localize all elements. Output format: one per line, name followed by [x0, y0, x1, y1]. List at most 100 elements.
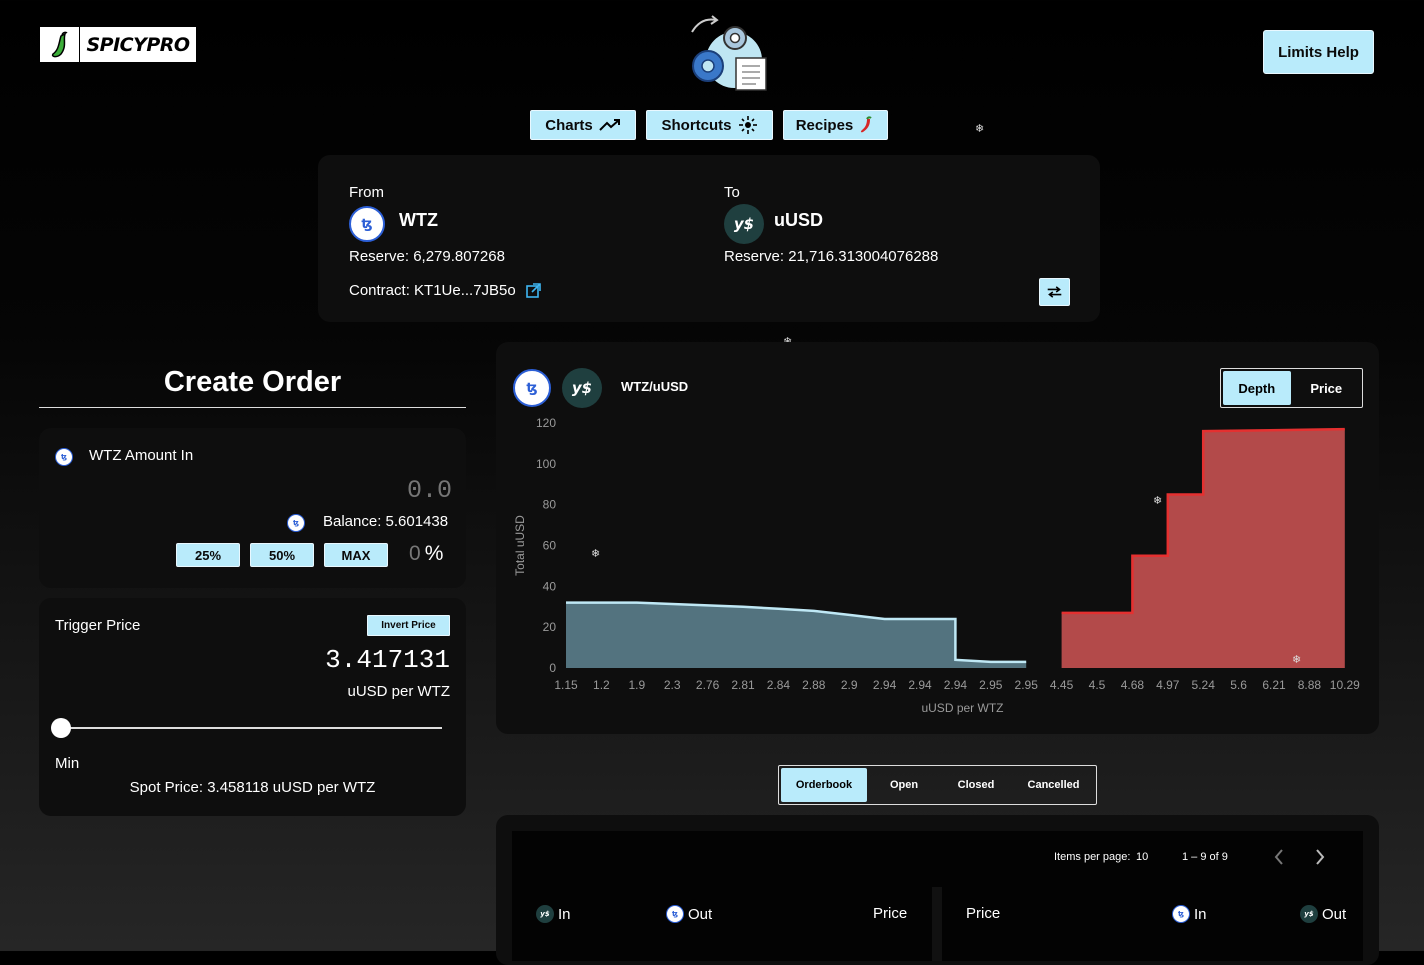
- orders-tabs: Orderbook Open Closed Cancelled: [778, 765, 1097, 805]
- items-per-page-select[interactable]: 10: [1136, 851, 1148, 863]
- col-out-header[interactable]: ꜩ Out: [666, 905, 712, 923]
- uusd-token-icon: y$: [1300, 905, 1318, 923]
- amount-in-label: WTZ Amount In: [89, 447, 194, 464]
- amount-in-input[interactable]: [239, 473, 454, 507]
- chart-mode-toggle: Depth Price: [1220, 368, 1363, 408]
- uusd-token-icon: y$: [562, 368, 602, 408]
- tab-cancelled[interactable]: Cancelled: [1013, 768, 1094, 802]
- charts-label: Charts: [545, 116, 593, 134]
- x-tick-label: 2.95: [979, 678, 1003, 692]
- tab-closed[interactable]: Closed: [941, 768, 1011, 802]
- to-reserve: Reserve: 21,716.313004076288: [724, 248, 939, 265]
- swap-direction-button[interactable]: [1039, 278, 1070, 306]
- col-price-header[interactable]: Price: [873, 905, 907, 922]
- max-label: MAX: [341, 547, 371, 563]
- x-tick-label: 5.6: [1230, 678, 1247, 692]
- y-tick-label: 0: [549, 661, 556, 675]
- y-tick-label: 80: [543, 498, 557, 512]
- x-tick-label: 2.81: [731, 678, 755, 692]
- charts-button[interactable]: Charts: [530, 110, 636, 140]
- x-tick-label: 2.88: [802, 678, 826, 692]
- y-tick-label: 20: [543, 620, 557, 634]
- tab-open[interactable]: Open: [869, 768, 939, 802]
- shortcuts-label: Shortcuts: [661, 116, 732, 134]
- tezos-token-icon: ꜩ: [55, 448, 73, 466]
- limits-help-button[interactable]: Limits Help: [1263, 30, 1374, 74]
- uusd-token-icon: y$: [536, 905, 554, 923]
- pagination-range: 1 – 9 of 9: [1182, 851, 1228, 863]
- from-token: WTZ: [399, 210, 438, 230]
- chart-panel: ꜩ y$ WTZ/uUSD Depth Price 0 20 40 60 80 100 12…: [496, 342, 1379, 734]
- chevron-left-icon: [1274, 849, 1283, 865]
- trigger-price-label: Trigger Price: [55, 617, 141, 634]
- recipes-label: Recipes: [795, 116, 854, 134]
- invert-price-button[interactable]: Invert Price: [367, 615, 450, 636]
- x-tick-label: 2.94: [944, 678, 968, 692]
- col-in-header[interactable]: y$ In: [536, 905, 571, 923]
- pct-50-label: 50%: [268, 547, 296, 563]
- price-slider-track[interactable]: [61, 727, 442, 729]
- tezos-token-icon: ꜩ: [1172, 905, 1190, 923]
- snowflake-icon: ❄: [591, 547, 601, 560]
- percent-input[interactable]: 0 %: [409, 542, 443, 566]
- settings-gears-illustration: [686, 14, 772, 92]
- snowflake-icon: ❄: [1153, 494, 1163, 507]
- price-toggle[interactable]: Price: [1293, 371, 1361, 405]
- tezos-token-icon: ꜩ: [287, 514, 305, 532]
- percent-value: 0: [409, 542, 421, 565]
- trending-up-icon: [599, 119, 620, 131]
- pair-info-card: From ꜩ WTZ Reserve: 6,279.807268 Contrac…: [318, 155, 1100, 322]
- next-page-button[interactable]: [1313, 847, 1327, 872]
- price-slider-handle[interactable]: [51, 718, 71, 738]
- pct-50-button[interactable]: 50%: [250, 543, 314, 567]
- tab-orderbook-label: Orderbook: [795, 779, 853, 791]
- x-tick-label: 4.45: [1050, 678, 1074, 692]
- trigger-price-value[interactable]: 3.417131: [325, 645, 450, 675]
- tezos-token-icon: ꜩ: [513, 369, 551, 407]
- snowflake-icon: ❄: [1292, 653, 1302, 666]
- x-tick-label: 2.3: [664, 678, 681, 692]
- col-price-header-right[interactable]: Price: [966, 905, 1000, 922]
- shortcuts-button[interactable]: Shortcuts: [646, 110, 773, 140]
- col-out-header-right[interactable]: y$ Out: [1300, 905, 1346, 923]
- col-out-label: Out: [688, 905, 713, 923]
- from-reserve: Reserve: 6,279.807268: [349, 248, 505, 265]
- x-tick-label: 2.84: [767, 678, 791, 692]
- x-tick-label: 1.9: [628, 678, 645, 692]
- pct-25-label: 25%: [194, 547, 222, 563]
- trigger-price-card: Trigger Price Invert Price 3.417131 uUSD…: [39, 598, 466, 816]
- tab-cancelled-label: Cancelled: [1027, 779, 1080, 791]
- chili-icon: [861, 116, 872, 133]
- tab-closed-label: Closed: [957, 779, 995, 791]
- depth-chart: 0 20 40 60 80 100 120 1.15 1.2 1.9 2.3 2.76 2.81 2.84…: [513, 416, 1360, 715]
- brand-logo[interactable]: SPICYPRO: [39, 26, 197, 63]
- to-label: To: [724, 184, 740, 201]
- recipes-button[interactable]: Recipes: [783, 110, 888, 140]
- limits-help-label: Limits Help: [1278, 43, 1359, 61]
- contract-link[interactable]: Contract: KT1Ue...7JB5o: [349, 282, 541, 299]
- chevron-right-icon: [1316, 849, 1325, 865]
- x-tick-label: 2.76: [696, 678, 720, 692]
- tab-orderbook[interactable]: Orderbook: [781, 768, 867, 802]
- title-divider: [39, 407, 466, 408]
- pepper-icon: [40, 27, 80, 62]
- prev-page-button[interactable]: [1272, 847, 1286, 872]
- pair-label: WTZ/uUSD: [621, 379, 689, 394]
- percent-symbol: %: [424, 542, 444, 565]
- x-tick-label: 4.5: [1089, 678, 1106, 692]
- depth-label: Depth: [1238, 380, 1276, 396]
- pct-25-button[interactable]: 25%: [176, 543, 240, 567]
- max-button[interactable]: MAX: [324, 543, 388, 567]
- swap-arrows-icon: [1047, 286, 1062, 298]
- depth-toggle[interactable]: Depth: [1223, 371, 1291, 405]
- orderbook-table: Items per page: 10 1 – 9 of 9 y$ In ꜩ Out …: [512, 831, 1363, 961]
- x-tick-label: 5.24: [1192, 678, 1216, 692]
- col-in-label: In: [558, 905, 571, 923]
- x-tick-label: 6.21: [1262, 678, 1286, 692]
- sparkle-icon: [738, 116, 757, 134]
- price-label: Price: [1310, 380, 1343, 396]
- balance-text: Balance: 5.601438: [323, 513, 449, 530]
- y-tick-label: 120: [536, 416, 556, 430]
- y-axis-label: Total uUSD: [513, 515, 527, 576]
- col-in-header-right[interactable]: ꜩ In: [1172, 905, 1207, 923]
